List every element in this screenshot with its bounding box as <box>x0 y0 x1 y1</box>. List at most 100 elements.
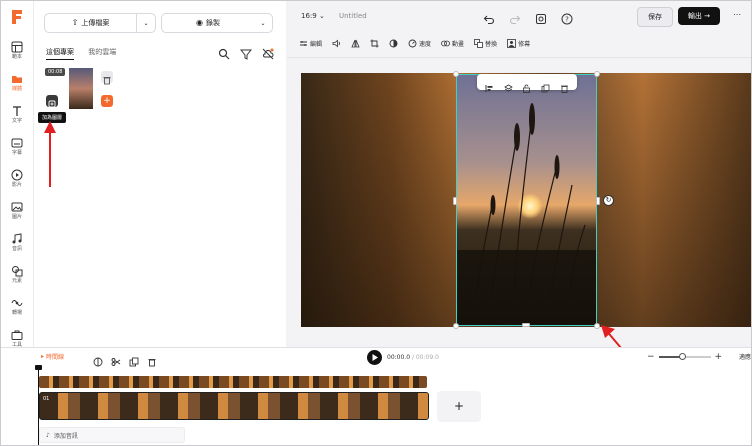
sidebar-rail: 範本 媒體 文字 字幕 影片 圖片 音訊 元素 轉場 工具 <box>1 1 34 348</box>
more-icon[interactable]: ⋯ <box>733 10 741 19</box>
zoom-knob[interactable] <box>678 353 686 360</box>
timeline-toggle[interactable]: ▸ 時間線 <box>41 352 64 361</box>
resize-handle-right[interactable] <box>596 197 600 205</box>
tool-label: 動畫 <box>452 40 465 48</box>
resize-handle-bottom[interactable] <box>522 323 530 327</box>
sidebar-item-label: 元素 <box>11 278 22 284</box>
video-track-main[interactable]: 01 <box>39 392 429 420</box>
selected-video-layer[interactable] <box>456 74 597 326</box>
replace-icon <box>474 38 483 48</box>
media-icon <box>12 76 22 83</box>
tab-my-cloud[interactable]: 我的雲端 <box>88 47 116 59</box>
logo-icon <box>12 10 22 24</box>
tool-matting[interactable]: 修幕 <box>507 38 530 48</box>
video-track-overlay[interactable] <box>39 376 427 388</box>
media-item[interactable]: 00:08 + <box>45 68 119 112</box>
panel-tools <box>218 45 274 60</box>
edit-icon <box>300 40 307 46</box>
fit-button[interactable]: 適應 <box>739 352 751 361</box>
delete-icon[interactable] <box>560 78 569 93</box>
timeline-panel: ▸ 時間線 00:00.0 / 00:09.0 − + 適應 01 + ♪ 添加音訊 <box>1 347 751 445</box>
sidebar-item-image[interactable]: 圖片 <box>1 201 33 227</box>
cloud-off-icon[interactable] <box>262 45 274 60</box>
project-title[interactable]: Untitled <box>339 12 367 20</box>
media-panel: ⇧ 上傳檔案 ⌄ ◉ 錄製 ⌄ 這個專案 我的雲端 00:08 + 加為圖層 <box>34 1 286 347</box>
upload-button[interactable]: ⇧ 上傳檔案 ⌄ <box>44 13 156 33</box>
duplicate-icon[interactable] <box>541 78 550 92</box>
add-audio-button[interactable]: ♪ 添加音訊 <box>39 427 185 443</box>
align-icon[interactable] <box>485 78 494 92</box>
resize-handle-tl[interactable] <box>453 71 459 77</box>
aspect-ratio-select[interactable]: 16:9 ⌄ <box>301 12 325 20</box>
sidebar-item-audio[interactable]: 音訊 <box>1 233 33 259</box>
tool-volume[interactable] <box>332 39 341 48</box>
sidebar-item-video[interactable]: 影片 <box>1 169 33 195</box>
add-clip-button[interactable]: + <box>437 391 481 422</box>
zoom-in-icon[interactable]: + <box>715 352 723 362</box>
chevron-down-icon[interactable]: ⌄ <box>254 20 272 27</box>
tool-label: 替換 <box>485 40 498 48</box>
layers-icon[interactable] <box>503 78 513 91</box>
sidebar-item-media[interactable]: 媒體 <box>1 73 33 99</box>
sidebar-item-label: 影片 <box>11 182 22 188</box>
sidebar-item-label: 媒體 <box>11 86 22 92</box>
svg-text:?: ? <box>565 16 569 24</box>
edit-toolbar: 編輯 速度 動畫 替換 修幕 <box>299 37 530 49</box>
sidebar-item-label: 音訊 <box>11 246 22 252</box>
audio-icon <box>12 233 22 244</box>
sidebar-item-label: 範本 <box>11 54 22 60</box>
scissors-icon[interactable] <box>111 352 121 366</box>
upload-icon: ⇧ <box>71 18 79 27</box>
search-icon[interactable] <box>218 45 230 60</box>
zoom-control: − + <box>647 352 722 362</box>
sidebar-item-subtitle[interactable]: 字幕 <box>1 137 33 163</box>
save-button[interactable]: 保存 <box>637 7 673 27</box>
flip-icon <box>351 39 360 47</box>
duplicate-icon[interactable] <box>129 352 139 367</box>
filter-icon[interactable] <box>239 45 253 60</box>
media-thumbnail[interactable] <box>69 68 93 109</box>
sidebar-item-elements[interactable]: 元素 <box>1 265 33 291</box>
tool-replace[interactable]: 替換 <box>474 38 498 48</box>
delete-icon[interactable] <box>147 352 157 367</box>
play-button[interactable] <box>367 350 382 365</box>
tool-animation[interactable]: 動畫 <box>441 39 464 48</box>
chevron-down-icon[interactable]: ⌄ <box>137 20 155 27</box>
tool-speed[interactable]: 速度 <box>408 39 431 48</box>
zoom-slider[interactable] <box>658 353 711 360</box>
screenshot-icon[interactable] <box>535 10 547 24</box>
tool-edit[interactable]: 編輯 <box>299 39 322 48</box>
tool-flip[interactable] <box>351 39 360 48</box>
export-button[interactable]: 輸出 → <box>678 7 720 25</box>
redo-icon[interactable] <box>509 10 521 25</box>
sidebar-item-label: 字幕 <box>11 150 22 156</box>
opacity-icon <box>389 39 398 47</box>
tab-this-project[interactable]: 這個專案 <box>46 47 74 60</box>
undo-icon[interactable] <box>483 10 495 25</box>
resize-handle-left[interactable] <box>453 197 457 205</box>
tool-label: 速度 <box>419 40 432 48</box>
crop-icon <box>370 39 379 47</box>
sidebar-item-label: 圖片 <box>11 214 22 220</box>
template-icon <box>11 41 23 53</box>
sidebar-item-text[interactable]: 文字 <box>1 105 33 131</box>
sidebar-item-label: 轉場 <box>11 310 22 316</box>
help-icon[interactable]: ? <box>561 10 573 25</box>
sidebar-item-transition[interactable]: 轉場 <box>1 297 33 323</box>
split-icon[interactable] <box>93 352 103 367</box>
zoom-out-icon[interactable]: − <box>647 352 655 362</box>
resize-handle-tr[interactable] <box>594 71 600 77</box>
delete-icon[interactable] <box>101 71 113 85</box>
sidebar-item-template[interactable]: 範本 <box>1 41 33 67</box>
add-to-timeline-button[interactable]: + <box>101 95 113 107</box>
tool-crop[interactable] <box>370 39 379 48</box>
resize-handle-bl[interactable] <box>453 323 459 329</box>
record-button[interactable]: ◉ 錄製 ⌄ <box>161 13 273 33</box>
add-as-layer-icon[interactable] <box>46 95 58 108</box>
record-icon: ◉ <box>196 18 203 27</box>
unlock-icon[interactable] <box>522 78 531 93</box>
timecode: 00:00.0 / 00:09.0 <box>387 354 439 361</box>
rotate-icon[interactable]: ↻ <box>603 195 614 206</box>
music-note-icon: ♪ <box>46 431 50 439</box>
tool-opacity[interactable] <box>389 39 398 48</box>
